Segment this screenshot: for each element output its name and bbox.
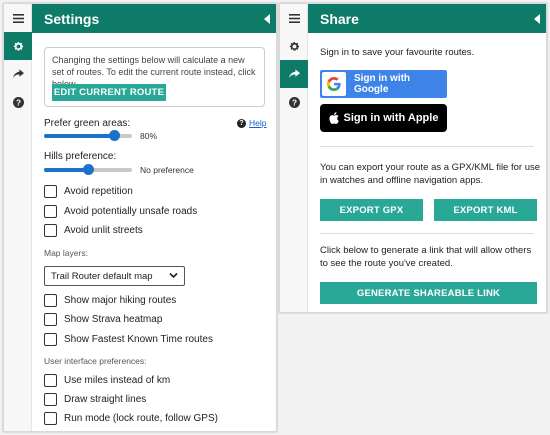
checkbox-label: Show Fastest Known Time routes: [64, 333, 213, 345]
info-box: Changing the settings below will calcula…: [44, 47, 265, 107]
share-icon: [288, 69, 300, 79]
share-header: Share: [308, 4, 546, 33]
checkbox[interactable]: [44, 293, 57, 307]
checkbox-label: Show major hiking routes: [64, 294, 177, 306]
google-logo-icon: [322, 72, 346, 96]
menu-icon: [288, 13, 300, 23]
settings-tab[interactable]: [4, 32, 32, 60]
green-slider-fill: [44, 134, 115, 138]
help-link-text[interactable]: Help: [249, 118, 266, 128]
divider: [320, 233, 534, 234]
generate-shareable-link-button[interactable]: GENERATE SHAREABLE LINK: [320, 282, 537, 304]
checkbox[interactable]: [44, 411, 57, 425]
option-avoid-unsafe-roads[interactable]: Avoid potentially unsafe roads: [44, 204, 197, 218]
checkbox[interactable]: [44, 373, 57, 387]
divider: [320, 146, 534, 147]
checkbox-label: Show Strava heatmap: [64, 313, 163, 325]
checkbox[interactable]: [44, 204, 57, 218]
ui-run-mode[interactable]: Run mode (lock route, follow GPS): [44, 411, 218, 425]
green-areas-value: 80%: [140, 131, 158, 141]
edit-current-route-button[interactable]: EDIT CURRENT ROUTE: [52, 84, 166, 101]
checkbox[interactable]: [44, 184, 57, 198]
settings-tab[interactable]: [280, 32, 308, 60]
signin-text: Sign in to save your favourite routes.: [320, 47, 475, 58]
ui-preferences-label: User interface preferences:: [44, 356, 147, 366]
hills-slider-fill: [44, 168, 88, 172]
settings-panel: ? Settings Changing the settings below w…: [3, 3, 277, 432]
layer-fkt-routes[interactable]: Show Fastest Known Time routes: [44, 332, 213, 346]
link-text: Click below to generate a link that will…: [320, 245, 532, 269]
help-circle-icon: ?: [237, 118, 246, 128]
hills-slider-thumb[interactable]: [83, 164, 94, 175]
map-style-value: Trail Router default map: [51, 270, 153, 282]
settings-header: Settings: [32, 4, 276, 33]
checkbox[interactable]: [44, 392, 57, 406]
help-tab[interactable]: ?: [4, 88, 32, 116]
option-avoid-unlit-streets[interactable]: Avoid unlit streets: [44, 223, 143, 237]
share-icon: [12, 69, 24, 79]
sidebar-rail: ?: [4, 4, 32, 431]
help-icon: ?: [12, 96, 24, 108]
apple-signin-label: Sign in with Apple: [343, 112, 439, 124]
checkbox[interactable]: [44, 223, 57, 237]
google-signin-button[interactable]: Sign in with Google: [320, 70, 447, 98]
checkbox[interactable]: [44, 312, 57, 326]
hills-label: Hills preference:: [44, 151, 117, 162]
svg-text:?: ?: [291, 98, 296, 107]
hills-slider[interactable]: [44, 164, 132, 175]
export-text: You can export your route as a GPX/KML f…: [320, 162, 541, 186]
collapse-right-icon[interactable]: [534, 14, 540, 24]
apple-logo-icon: [328, 112, 339, 124]
svg-text:?: ?: [15, 98, 20, 107]
settings-content: Changing the settings below will calcula…: [32, 33, 276, 431]
menu-icon: [12, 13, 24, 23]
checkbox[interactable]: [44, 332, 57, 346]
hills-value: No preference: [140, 165, 194, 175]
option-avoid-repetition[interactable]: Avoid repetition: [44, 184, 133, 198]
share-tab[interactable]: [280, 60, 308, 88]
menu-button[interactable]: [4, 4, 32, 32]
collapse-left-icon[interactable]: [264, 14, 270, 24]
layer-major-hiking-routes[interactable]: Show major hiking routes: [44, 293, 176, 307]
export-gpx-button[interactable]: EXPORT GPX: [320, 199, 423, 221]
help-link[interactable]: ? Help: [237, 118, 266, 128]
google-signin-label: Sign in with Google: [353, 73, 411, 95]
share-panel: ? Share Sign in to save your favourite r…: [279, 3, 547, 313]
map-layers-label: Map layers:: [44, 248, 88, 258]
green-areas-label: Prefer green areas:: [44, 118, 131, 129]
sidebar-rail: ?: [280, 4, 308, 312]
ui-use-miles[interactable]: Use miles instead of km: [44, 373, 170, 387]
export-kml-button[interactable]: EXPORT KML: [434, 199, 537, 221]
chevron-down-icon: [169, 272, 178, 279]
gear-icon: [289, 41, 299, 51]
share-content: Sign in to save your favourite routes. S…: [308, 33, 546, 312]
checkbox-label: Use miles instead of km: [64, 374, 171, 386]
checkbox-label: Run mode (lock route, follow GPS): [64, 412, 218, 424]
gear-icon: [13, 41, 23, 51]
checkbox-label: Avoid repetition: [64, 185, 133, 197]
menu-button[interactable]: [280, 4, 308, 32]
green-areas-slider[interactable]: [44, 130, 132, 141]
layer-strava-heatmap[interactable]: Show Strava heatmap: [44, 312, 162, 326]
checkbox-label: Avoid unlit streets: [64, 224, 143, 236]
green-slider-thumb[interactable]: [109, 130, 121, 141]
map-style-select[interactable]: Trail Router default map: [44, 266, 185, 286]
apple-signin-button[interactable]: Sign in with Apple: [320, 104, 447, 132]
page-title: Share: [320, 10, 359, 27]
ui-straight-lines[interactable]: Draw straight lines: [44, 392, 146, 406]
checkbox-label: Avoid potentially unsafe roads: [64, 205, 198, 217]
help-tab[interactable]: ?: [280, 88, 308, 116]
help-icon: ?: [288, 96, 300, 108]
page-title: Settings: [44, 10, 100, 27]
checkbox-label: Draw straight lines: [64, 393, 147, 405]
share-tab[interactable]: [4, 60, 32, 88]
